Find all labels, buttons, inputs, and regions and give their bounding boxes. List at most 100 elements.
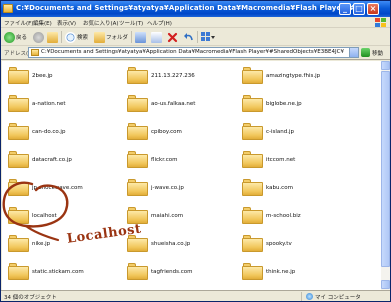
go-label: 移動 [372,50,384,57]
title-bar[interactable]: C:¥Documents and Settings¥atyatya¥Applic… [1,1,390,17]
menu-tools[interactable]: ツール(T) [119,19,143,27]
maximize-button[interactable]: □ [353,3,365,15]
status-zone: マイ コンピュータ [301,292,387,301]
address-bar: アドレス(D) C:¥Documents and Settings¥atyaty… [1,46,390,60]
folder-item[interactable]: j-wave.co.jp [127,177,247,205]
folder-item[interactable]: static.stickam.com [8,261,128,289]
folder-label: can-do.co.jp [32,129,66,135]
folder-item[interactable]: itccom.net [242,149,362,177]
scroll-up-arrow-icon[interactable] [381,61,390,70]
folder-item[interactable]: shueisha.co.jp [127,233,247,261]
forward-arrow-icon [33,31,44,43]
back-label: 戻る [16,35,28,41]
folder-icon [8,235,29,252]
folder-label: tagfriends.com [151,269,193,275]
views-button[interactable] [201,30,215,44]
folder-item[interactable]: flickr.com [127,149,247,177]
folder-icon [127,179,148,196]
folder-label: ao-us.falkaa.net [151,101,196,107]
my-computer-icon [306,293,313,300]
window-title: C:¥Documents and Settings¥atyatya¥Applic… [16,4,356,12]
folder-label: nike.jp [32,241,51,247]
menu-help[interactable]: ヘルプ(H) [147,19,172,27]
undo-button[interactable] [183,30,194,44]
folder-item[interactable]: biglobe.ne.jp [242,93,362,121]
folder-item[interactable]: maiahi.com [127,205,247,233]
folder-icon [242,123,263,140]
toolbar-separator [131,31,132,43]
undo-icon [184,32,193,40]
zone-label: マイ コンピュータ [315,294,361,301]
go-button[interactable]: 移動 [361,47,388,58]
address-dropdown-icon[interactable] [349,48,358,57]
folder-item[interactable]: spooky.tv [242,233,362,261]
search-button[interactable]: 検索 [65,30,88,44]
move-to-icon [135,31,146,43]
folder-icon [242,235,263,252]
folder-item[interactable]: ao-us.falkaa.net [127,93,247,121]
folders-icon [94,31,105,43]
folder-label: m-school.biz [266,213,301,219]
folder-label: amazingtype.fhis.jp [266,73,321,79]
folder-item[interactable]: tagfriends.com [127,261,247,289]
up-folder-icon [47,31,58,43]
folder-icon [8,123,29,140]
folder-label: think.ne.jp [266,269,296,275]
folder-item[interactable]: cpiboy.com [127,121,247,149]
folder-icon [8,179,29,196]
folder-item[interactable]: datacraft.co.jp [8,149,128,177]
folder-label: kabu.com [266,185,293,191]
move-to-button[interactable] [135,30,146,44]
folder-label: localhost [32,213,57,219]
file-list[interactable]: 2bee.jp 211.13.227.236 amazingtype.fhis.jp… [2,61,381,290]
folder-label: jp.shockwave.com [32,185,83,191]
menu-file[interactable]: ファイル(F) [4,19,33,27]
folder-icon [127,123,148,140]
folder-item[interactable]: jp.shockwave.com [8,177,128,205]
folder-label: flickr.com [151,157,178,163]
folder-icon [127,263,148,280]
menu-favorites[interactable]: お気に入り(A) [83,19,119,27]
folder-label: j-wave.co.jp [151,185,184,191]
folder-icon [127,151,148,168]
menu-edit[interactable]: 編集(E) [33,19,52,27]
folder-item[interactable]: amazingtype.fhis.jp [242,65,362,93]
up-folder-button[interactable] [47,30,58,44]
folder-label: cpiboy.com [151,129,182,135]
toolbar-separator [197,31,198,43]
folder-item[interactable]: can-do.co.jp [8,121,128,149]
folder-icon [8,95,29,112]
folder-label: static.stickam.com [32,269,84,275]
folder-icon [127,67,148,84]
folder-icon [8,67,29,84]
folder-label: datacraft.co.jp [32,157,72,163]
folder-item[interactable]: 2bee.jp [8,65,128,93]
scroll-down-arrow-icon[interactable] [381,280,390,289]
folder-item[interactable]: think.ne.jp [242,261,362,289]
vertical-scrollbar[interactable] [381,61,390,290]
folder-item[interactable]: kabu.com [242,177,362,205]
delete-button[interactable] [167,30,178,44]
folder-label: maiahi.com [151,213,184,219]
folder-label: biglobe.ne.jp [266,101,302,107]
folder-item[interactable]: c-island.jp [242,121,362,149]
back-button[interactable]: 戻る [4,30,27,44]
folder-label: spooky.tv [266,241,292,247]
folder-item[interactable]: m-school.biz [242,205,362,233]
address-input[interactable]: C:¥Documents and Settings¥atyatya¥Applic… [28,47,359,58]
folder-icon [242,179,263,196]
menu-view[interactable]: 表示(V) [57,19,76,27]
forward-button[interactable] [33,30,44,44]
folder-item[interactable]: a-nation.net [8,93,128,121]
menu-bar: ファイル(F) 編集(E) 表示(V) お気に入り(A) ツール(T) ヘルプ(… [1,17,390,28]
object-count: 34 個のオブジェクト [4,295,57,301]
folder-item[interactable]: 211.13.227.236 [127,65,247,93]
folders-button[interactable]: フォルダ [94,30,128,44]
scroll-thumb[interactable] [381,71,390,267]
folder-label: 2bee.jp [32,73,53,79]
folder-icon [242,67,263,84]
copy-to-button[interactable] [151,30,162,44]
folder-icon [8,151,29,168]
minimize-button[interactable]: _ [339,3,351,15]
close-button[interactable]: × [367,3,379,15]
